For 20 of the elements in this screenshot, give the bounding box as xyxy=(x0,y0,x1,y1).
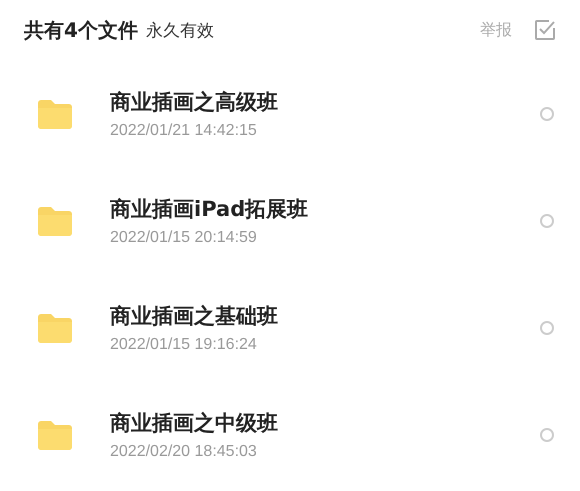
file-name: 商业插画之高级班 xyxy=(110,88,279,116)
select-all-icon[interactable] xyxy=(534,19,556,41)
folder-icon xyxy=(38,420,72,450)
folder-icon xyxy=(38,98,72,128)
file-name: 商业插画iPad拓展班 xyxy=(110,196,310,222)
select-radio[interactable] xyxy=(540,320,554,334)
folder-icon xyxy=(38,206,72,236)
file-name: 商业插画之基础班 xyxy=(110,302,279,330)
file-count-title: 共有4个文件 xyxy=(24,16,138,44)
file-date: 2022/01/21 14:42:15 xyxy=(110,122,258,140)
select-radio[interactable] xyxy=(540,428,554,442)
file-date: 2022/01/15 19:16:24 xyxy=(110,336,258,354)
validity-label: 永久有效 xyxy=(146,20,214,42)
file-date: 2022/01/15 20:14:59 xyxy=(110,228,258,246)
select-radio[interactable] xyxy=(540,214,554,228)
file-name: 商业插画之中级班 xyxy=(110,410,279,436)
select-radio[interactable] xyxy=(540,106,554,120)
file-date: 2022/02/20 18:45:03 xyxy=(110,442,258,460)
report-link[interactable]: 举报 xyxy=(480,20,512,40)
folder-icon xyxy=(38,312,72,342)
